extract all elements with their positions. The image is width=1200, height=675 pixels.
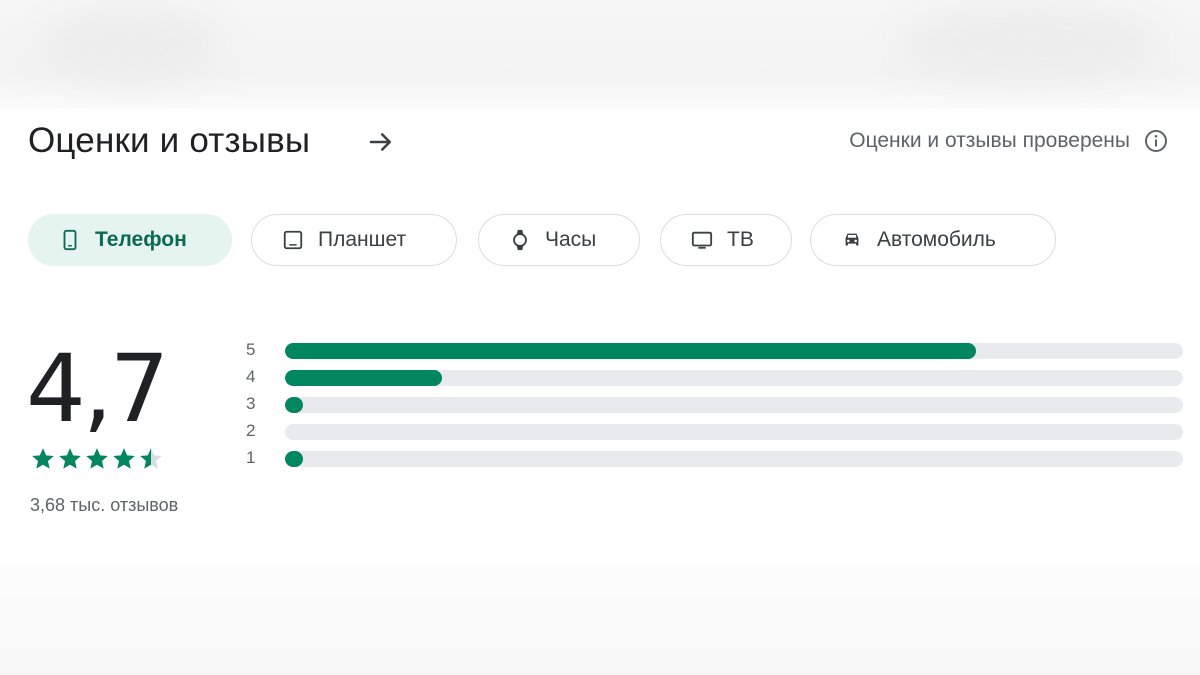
histogram-label: 5: [246, 340, 256, 359]
tab-label: Планшет: [318, 228, 407, 251]
verified-text: Оценки и отзывы проверены: [849, 129, 1130, 152]
tab-tv[interactable]: ТВ: [660, 214, 792, 266]
tab-label: Телефон: [95, 228, 187, 251]
histogram-track: [285, 397, 1183, 413]
tab-car[interactable]: Автомобиль: [810, 214, 1056, 266]
histogram-row: 3: [246, 394, 1186, 421]
review-count: 3,68 тыс. отзывов: [30, 495, 179, 515]
tab-label: Часы: [545, 228, 597, 251]
histogram-row: 4: [246, 367, 1186, 394]
tab-watch[interactable]: Часы: [478, 214, 640, 266]
star-full-icon: [32, 448, 54, 469]
histogram-track: [285, 370, 1183, 386]
star-rating: [30, 446, 165, 472]
blurred-bottom-area: [0, 565, 1200, 675]
star-full-icon: [59, 448, 81, 469]
histogram-row: 2: [246, 421, 1186, 448]
tablet-icon: [283, 230, 303, 250]
average-rating: 4,7: [26, 335, 169, 444]
phone-icon: [63, 229, 77, 251]
arrow-right-icon[interactable]: [366, 127, 396, 157]
tv-icon: [691, 231, 713, 249]
histogram-track: [285, 343, 1183, 359]
star-full-icon: [113, 448, 135, 469]
histogram-label: 2: [246, 421, 256, 440]
histogram-track: [285, 451, 1183, 467]
car-icon: [845, 233, 859, 246]
histogram-label: 1: [246, 448, 256, 467]
tab-label: Автомобиль: [877, 228, 996, 251]
ratings-header: Оценки и отзывы Оценки и отзывы проверен…: [28, 118, 1178, 164]
watch-icon: [513, 229, 527, 251]
histogram-track: [285, 424, 1183, 440]
star-full-icon: [86, 448, 108, 469]
histogram-label: 3: [246, 394, 256, 413]
histogram-label: 4: [246, 367, 256, 386]
blurred-top-area: [0, 0, 1200, 108]
info-icon[interactable]: [1144, 129, 1168, 153]
tab-label: ТВ: [727, 228, 754, 251]
histogram-fill: [285, 451, 303, 467]
tab-tablet[interactable]: Планшет: [251, 214, 457, 266]
tab-phone[interactable]: Телефон: [28, 214, 232, 266]
histogram-fill: [285, 370, 443, 386]
section-title[interactable]: Оценки и отзывы: [28, 118, 310, 164]
histogram-row: 1: [246, 448, 1186, 475]
histogram-fill: [285, 397, 303, 413]
histogram-fill: [285, 343, 977, 359]
histogram-row: 5: [246, 340, 1186, 367]
rating-histogram: 5 4 3 2 1: [246, 340, 1186, 475]
star-half-icon: [140, 448, 162, 469]
